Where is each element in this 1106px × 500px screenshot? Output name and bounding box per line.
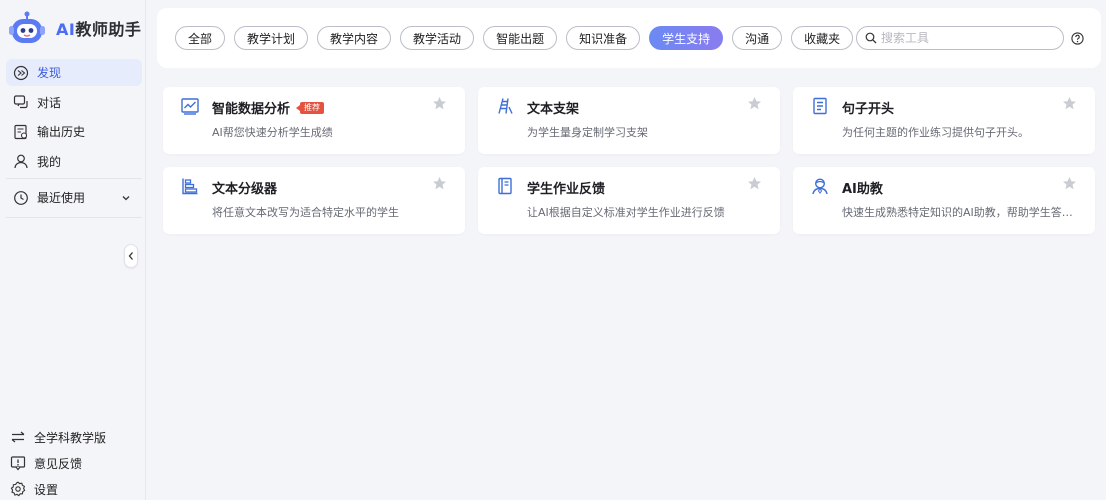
chevron-down-icon <box>118 190 134 206</box>
sidebar-recent-label: 最近使用 <box>37 191 86 205</box>
sidebar-item-history[interactable]: 输出历史 <box>6 118 142 145</box>
clock-icon <box>13 190 29 206</box>
document-lines-icon <box>811 97 829 115</box>
tab-teaching-content[interactable]: 教学内容 <box>317 26 392 50</box>
notebook-icon <box>496 177 514 195</box>
filter-bar: 全部 教学计划 教学内容 教学活动 智能出题 知识准备 学生支持 沟通 收藏夹 <box>157 8 1101 68</box>
sidebar-collapse-button[interactable] <box>124 244 138 268</box>
sidebar-item-label: 对话 <box>37 95 62 110</box>
tool-card-description: 让AI根据自定义标准对学生作业进行反馈 <box>527 206 725 219</box>
tool-card-description: AI帮您快速分析学生成绩 <box>212 126 333 139</box>
tool-card-title: 学生作业反馈 <box>527 182 606 197</box>
tool-card-sentence-starters[interactable]: 句子开头 为任何主题的作业练习提供句子开头。 <box>793 87 1095 154</box>
sidebar-divider <box>6 178 142 179</box>
sidebar-item-chat[interactable]: 对话 <box>6 89 142 116</box>
app-title-name: 教师助手 <box>75 20 142 39</box>
tool-card-title-text: 智能数据分析 <box>212 102 291 117</box>
feedback-label: 意见反馈 <box>34 456 83 471</box>
tool-card-smart-data-analysis[interactable]: 智能数据分析 推荐 AI帮您快速分析学生成绩 <box>163 87 465 154</box>
tool-card-homework-feedback[interactable]: 学生作业反馈 让AI根据自定义标准对学生作业进行反馈 <box>478 167 780 234</box>
tool-card-title: AI助教 <box>842 182 883 197</box>
tab-teaching-plan[interactable]: 教学计划 <box>234 26 309 50</box>
sidebar-recent-toggle[interactable]: 最近使用 <box>6 184 142 211</box>
search-box[interactable] <box>856 26 1064 50</box>
help-icon[interactable] <box>1071 32 1084 45</box>
favorite-star-icon[interactable] <box>1062 176 1077 191</box>
favorite-star-icon[interactable] <box>432 176 447 191</box>
app-logo[interactable]: AI教师助手 <box>8 10 141 46</box>
settings-link[interactable]: 设置 <box>10 476 140 500</box>
favorite-star-icon[interactable] <box>747 96 762 111</box>
tab-knowledge-prep[interactable]: 知识准备 <box>566 26 641 50</box>
chart-board-icon <box>181 97 199 115</box>
history-doc-icon <box>13 124 29 140</box>
tool-card-text-leveler[interactable]: 文本分级器 将任意文本改写为适合特定水平的学生 <box>163 167 465 234</box>
switch-icon <box>10 429 26 445</box>
feedback-icon <box>10 455 26 471</box>
category-tabs: 全部 教学计划 教学内容 教学活动 智能出题 知识准备 学生支持 沟通 收藏夹 <box>175 26 862 50</box>
robot-logo-icon <box>8 10 46 46</box>
sidebar-item-label: 发现 <box>37 66 62 80</box>
level-bars-icon <box>181 177 199 195</box>
favorite-star-icon[interactable] <box>1062 96 1077 111</box>
chevron-left-icon <box>127 251 135 261</box>
tool-card-title: 句子开头 <box>842 102 895 117</box>
search-input[interactable] <box>881 31 1051 45</box>
search-icon <box>865 32 877 44</box>
gear-icon <box>10 481 26 497</box>
sidebar-bottom-links: 全学科教学版 意见反馈 设置 <box>10 424 140 500</box>
settings-label: 设置 <box>34 482 59 497</box>
switch-edition-label: 全学科教学版 <box>34 430 107 445</box>
sidebar-item-discover[interactable]: 发现 <box>6 59 142 86</box>
tab-smart-quiz[interactable]: 智能出题 <box>483 26 558 50</box>
discover-icon <box>13 65 29 81</box>
favorite-star-icon[interactable] <box>432 96 447 111</box>
tab-favorites[interactable]: 收藏夹 <box>791 26 854 50</box>
switch-edition-link[interactable]: 全学科教学版 <box>10 424 140 450</box>
tool-card-text-scaffold[interactable]: 文本支架 为学生量身定制学习支架 <box>478 87 780 154</box>
assistant-person-icon <box>811 177 829 195</box>
sidebar-item-label: 我的 <box>37 154 62 169</box>
tab-communication[interactable]: 沟通 <box>732 26 783 50</box>
sidebar: AI教师助手 发现 对话 输出历史 我的 最近使用 全学科教学版 意见反馈 设置 <box>0 0 146 500</box>
tool-card-title: 文本支架 <box>527 102 580 117</box>
sidebar-item-label: 输出历史 <box>37 125 86 140</box>
tab-student-support[interactable]: 学生支持 <box>649 26 724 50</box>
user-icon <box>13 153 29 169</box>
tab-all[interactable]: 全部 <box>175 26 226 50</box>
app-title: AI教师助手 <box>56 16 141 40</box>
recommend-badge: 推荐 <box>296 101 325 114</box>
sidebar-divider <box>6 217 142 218</box>
app-title-ai: AI <box>56 20 76 39</box>
tool-card-title: 文本分级器 <box>212 182 278 197</box>
tool-card-description: 快速生成熟悉特定知识的AI助教，帮助学生答疑解惑 <box>842 206 1080 219</box>
sidebar-item-mine[interactable]: 我的 <box>6 148 142 175</box>
tool-card-ai-assistant[interactable]: AI助教 快速生成熟悉特定知识的AI助教，帮助学生答疑解惑 <box>793 167 1095 234</box>
tool-card-grid: 智能数据分析 推荐 AI帮您快速分析学生成绩 文本支架 为学生量身定制学习支架 句… <box>163 87 1095 234</box>
sidebar-nav: 发现 对话 输出历史 我的 <box>6 59 142 177</box>
tool-card-description: 为任何主题的作业练习提供句子开头。 <box>842 126 1029 139</box>
tool-card-title: 智能数据分析 推荐 <box>212 98 325 117</box>
tool-card-description: 为学生量身定制学习支架 <box>527 126 648 139</box>
feedback-link[interactable]: 意见反馈 <box>10 450 140 476</box>
tab-teaching-activity[interactable]: 教学活动 <box>400 26 475 50</box>
favorite-star-icon[interactable] <box>747 176 762 191</box>
ladder-icon <box>496 97 514 115</box>
chat-icon <box>13 94 29 110</box>
tool-card-description: 将任意文本改写为适合特定水平的学生 <box>212 206 399 219</box>
